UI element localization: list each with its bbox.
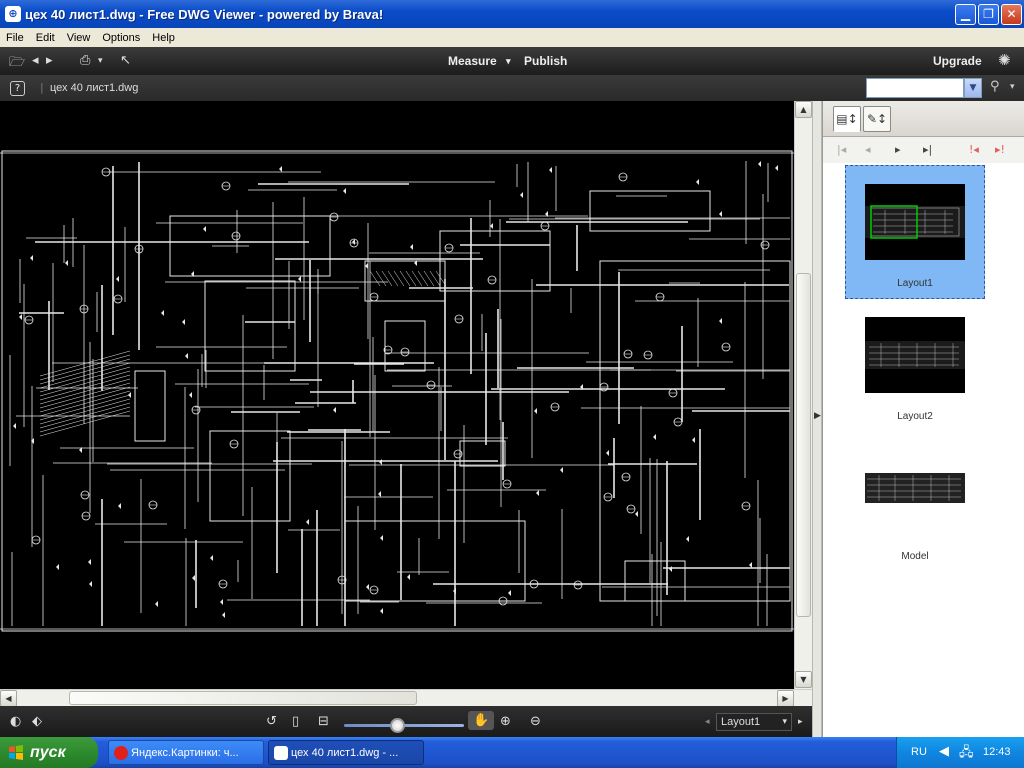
next-layout-nav-icon[interactable]: ▸ <box>895 143 901 156</box>
page-icon[interactable]: ▯ <box>292 714 299 729</box>
menu-bar: File Edit View Options Help <box>0 28 1024 47</box>
layout-card-layout2[interactable]: Layout2 <box>845 317 985 427</box>
start-label: пуск <box>30 744 66 761</box>
close-button[interactable]: ✕ <box>1001 4 1022 25</box>
menu-file[interactable]: File <box>0 32 30 44</box>
window-title: цех 40 лист1.dwg - Free DWG Viewer - pow… <box>25 6 384 22</box>
menu-edit[interactable]: Edit <box>30 32 61 44</box>
model-thumbnail <box>865 473 965 503</box>
scroll-up-button[interactable]: ▲ <box>795 101 812 118</box>
next-change-icon[interactable]: ▸! <box>995 143 1005 156</box>
layouts-panel: ▤↕ ✎↕ |◂ ◂ ▸ ▸| !◂ ▸! Layout1 Layout2 Mo… <box>822 101 1024 737</box>
prev-layout-icon[interactable]: ◂ <box>705 717 710 727</box>
taskbar-item-dwg[interactable]: цех 40 лист1.dwg - ... <box>268 740 424 765</box>
layout-label: Layout2 <box>897 411 933 422</box>
taskbar-item-label: цех 40 лист1.dwg - ... <box>291 747 399 759</box>
taskbar-item-yandex[interactable]: Яндекс.Картинки: ч... <box>108 740 264 765</box>
separator: | <box>40 81 44 94</box>
last-layout-icon[interactable]: ▸| <box>923 143 932 156</box>
menu-options[interactable]: Options <box>96 32 146 44</box>
menu-help[interactable]: Help <box>146 32 181 44</box>
horizontal-scrollbar[interactable]: ◀ ▶ <box>0 689 812 707</box>
rotate-icon[interactable]: ↺ <box>266 714 277 729</box>
vertical-scrollbar[interactable]: ▲ ▼ <box>794 101 812 689</box>
help-icon[interactable]: ? <box>10 81 25 96</box>
system-tray: RU ◀ 🖧 12:43 <box>896 737 1024 768</box>
layout-navigation: |◂ ◂ ▸ ▸| !◂ ▸! <box>823 137 1024 163</box>
bottom-toolbar: ◐ ⬖ ↺ ▯ ⊟ ✋ ⊕ ⊖ ◂ ▸ <box>0 706 812 737</box>
layout-label: Layout1 <box>897 278 933 289</box>
panel-splitter[interactable]: ▶ <box>812 101 822 737</box>
prev-layout-nav-icon[interactable]: ◂ <box>865 143 871 156</box>
open-folder-icon[interactable]: 🗁 <box>9 53 25 75</box>
search-options-icon[interactable]: ▾ <box>1010 82 1015 92</box>
layout-select[interactable]: Layout1 ▾ <box>716 713 792 731</box>
contrast-icon[interactable]: ◐ <box>10 714 21 729</box>
measure-dropdown-icon[interactable]: ▾ <box>506 56 511 67</box>
zoom-icon[interactable]: ⊖ <box>530 714 541 729</box>
brava-logo-icon: ✺ <box>998 51 1011 69</box>
chevron-down-icon: ▾ <box>782 716 787 726</box>
horizontal-scroll-thumb[interactable] <box>69 691 417 705</box>
brava-icon: ⊕ <box>5 6 21 22</box>
back-arrow-tray-icon[interactable]: ◀ <box>939 743 949 759</box>
clock: 12:43 <box>983 746 1011 758</box>
layout-card-model[interactable]: Model <box>845 473 985 563</box>
menu-view[interactable]: View <box>61 32 97 44</box>
first-layout-icon[interactable]: |◂ <box>837 143 846 156</box>
scroll-left-button[interactable]: ◀ <box>0 690 17 707</box>
start-button[interactable]: пуск <box>0 737 98 768</box>
search-icon[interactable]: ⚲ <box>990 79 1000 94</box>
windows-logo-icon <box>9 745 23 760</box>
layout-card-layout1[interactable]: Layout1 <box>845 165 985 299</box>
forward-arrow-icon[interactable]: ▸ <box>46 53 53 68</box>
tab-markups[interactable]: ✎↕ <box>863 106 891 132</box>
language-indicator[interactable]: RU <box>911 746 927 758</box>
zoom-window-icon[interactable]: ⊕ <box>500 714 511 729</box>
tab-layouts[interactable]: ▤↕ <box>833 106 861 132</box>
file-name: цех 40 лист1.dwg <box>50 82 139 94</box>
back-arrow-icon[interactable]: ◂ <box>32 53 39 68</box>
brava-icon <box>274 746 288 760</box>
scroll-down-button[interactable]: ▼ <box>795 671 812 688</box>
next-layout-icon[interactable]: ▸ <box>798 717 803 727</box>
publish-menu[interactable]: Publish <box>524 54 567 68</box>
vertical-scroll-thumb[interactable] <box>796 273 811 617</box>
layout2-thumbnail <box>865 317 965 393</box>
measure-menu[interactable]: Measure <box>448 54 497 68</box>
main-toolbar: 🗁 ◂ ▸ ⎙ ▾ ↖ Measure ▾ Publish Upgrade ✺ <box>0 47 1024 75</box>
upgrade-button[interactable]: Upgrade <box>933 54 982 68</box>
collapse-panel-icon[interactable]: ▶ <box>814 411 821 421</box>
prev-change-icon[interactable]: !◂ <box>969 143 979 156</box>
maximize-button[interactable]: ❐ <box>978 4 999 25</box>
pan-hand-icon[interactable]: ✋ <box>468 711 495 730</box>
layout-label: Model <box>901 551 929 562</box>
title-bar: ⊕ цех 40 лист1.dwg - Free DWG Viewer - p… <box>0 0 1024 28</box>
layout1-thumbnail <box>865 184 965 260</box>
taskbar-item-label: Яндекс.Картинки: ч... <box>131 747 239 759</box>
layers-icon[interactable]: ⬖ <box>32 714 42 729</box>
fit-width-icon[interactable]: ⊟ <box>318 714 329 729</box>
zoom-slider-knob[interactable] <box>390 718 405 733</box>
cad-drawing <box>0 150 794 632</box>
search-dropdown-icon[interactable]: ▼ <box>964 78 982 98</box>
select-pointer-icon[interactable]: ↖ <box>120 53 131 68</box>
panel-tabs: ▤↕ ✎↕ <box>823 101 1024 137</box>
taskbar: пуск Яндекс.Картинки: ч... цех 40 лист1.… <box>0 737 1024 768</box>
print-icon[interactable]: ⎙ <box>80 53 90 68</box>
print-dropdown-icon[interactable]: ▾ <box>98 56 103 66</box>
search-input[interactable] <box>866 78 964 98</box>
network-icon[interactable]: 🖧 <box>959 743 974 765</box>
drawing-canvas[interactable] <box>0 101 794 689</box>
layout-select-value: Layout1 <box>721 716 761 728</box>
scroll-right-button[interactable]: ▶ <box>777 690 794 707</box>
opera-icon <box>114 746 128 760</box>
minimize-button[interactable]: ▁ <box>955 4 976 25</box>
